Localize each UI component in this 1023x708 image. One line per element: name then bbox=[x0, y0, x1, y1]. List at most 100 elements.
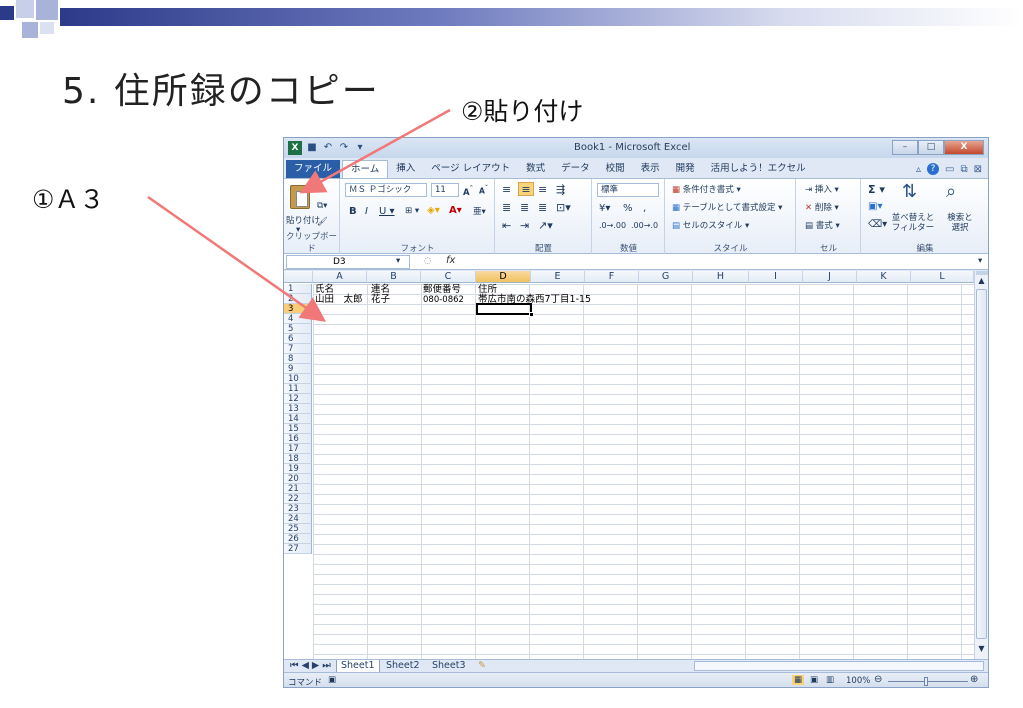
column-header[interactable]: G bbox=[639, 271, 693, 283]
row-header[interactable]: 20 bbox=[284, 474, 312, 484]
row-header[interactable]: 17 bbox=[284, 444, 312, 454]
tab-formulas[interactable]: 数式 bbox=[518, 160, 553, 178]
column-header-selected[interactable]: D bbox=[476, 271, 531, 283]
tab-developer[interactable]: 開発 bbox=[668, 160, 703, 178]
row-header[interactable]: 15 bbox=[284, 424, 312, 434]
vertical-scrollbar[interactable]: ▲ ▼ bbox=[974, 271, 988, 659]
select-all-corner[interactable] bbox=[284, 271, 313, 283]
row-header[interactable]: 23 bbox=[284, 504, 312, 514]
macro-record-icon[interactable]: ▣ bbox=[328, 675, 336, 685]
tab-page-layout[interactable]: ページ レイアウト bbox=[423, 160, 518, 178]
row-header[interactable]: 6 bbox=[284, 334, 312, 344]
row-header[interactable]: 19 bbox=[284, 464, 312, 474]
align-left-icon[interactable]: ≣ bbox=[502, 201, 511, 214]
zoom-in-icon[interactable]: ⊕ bbox=[970, 674, 978, 685]
column-header[interactable]: C bbox=[421, 271, 476, 283]
row-header[interactable]: 11 bbox=[284, 384, 312, 394]
border-icon[interactable]: ⊞ ▾ bbox=[405, 206, 419, 216]
column-header[interactable]: J bbox=[803, 271, 857, 283]
active-cell-D3[interactable] bbox=[476, 303, 532, 315]
row-header[interactable]: 5 bbox=[284, 324, 312, 334]
cell-C2[interactable]: 080-0862 bbox=[423, 295, 464, 305]
close-button[interactable]: X bbox=[944, 140, 984, 155]
fill-handle[interactable] bbox=[529, 312, 534, 317]
format-painter-icon[interactable]: 🖌 bbox=[317, 217, 328, 227]
percent-icon[interactable]: % bbox=[623, 203, 633, 214]
sort-filter-button[interactable]: 並べ替えと フィルター bbox=[890, 213, 936, 233]
italic-icon[interactable]: I bbox=[365, 206, 368, 217]
clear-icon[interactable]: ⌫▾ bbox=[868, 219, 887, 230]
ribbon-minimize-icon[interactable]: ▵ bbox=[916, 164, 921, 175]
customize-icon[interactable]: ▾ bbox=[354, 141, 366, 154]
font-color-icon[interactable]: A▾ bbox=[449, 205, 462, 216]
scroll-thumb[interactable] bbox=[976, 289, 987, 639]
fill-icon[interactable]: ▣▾ bbox=[868, 201, 882, 212]
row-header[interactable]: 24 bbox=[284, 514, 312, 524]
tab-view[interactable]: 表示 bbox=[633, 160, 668, 178]
name-box[interactable]: D3 bbox=[286, 255, 410, 269]
increase-indent-icon[interactable]: ⇥ bbox=[520, 219, 529, 232]
page-break-view-icon[interactable]: ▥ bbox=[826, 675, 834, 685]
scroll-down-icon[interactable]: ▼ bbox=[975, 643, 988, 655]
row-header[interactable]: 7 bbox=[284, 344, 312, 354]
column-header[interactable]: E bbox=[531, 271, 585, 283]
cell-A2[interactable]: 山田 太郎 bbox=[315, 295, 363, 305]
copy-icon[interactable]: ⧉▾ bbox=[317, 201, 327, 211]
currency-icon[interactable]: ¥▾ bbox=[599, 203, 610, 214]
increase-decimal-icon[interactable]: .0→.00 bbox=[599, 221, 626, 230]
save-icon[interactable]: ■ bbox=[306, 141, 318, 154]
zoom-slider-thumb[interactable] bbox=[924, 677, 928, 686]
find-select-icon[interactable]: ⌕ bbox=[946, 181, 956, 202]
restore-button[interactable]: □ bbox=[918, 140, 944, 155]
tab-insert[interactable]: 挿入 bbox=[388, 160, 423, 178]
sheet-tab[interactable]: Sheet2 bbox=[382, 660, 424, 672]
row-header[interactable]: 16 bbox=[284, 434, 312, 444]
format-cells-button[interactable]: ▤ 書式 ▾ bbox=[805, 219, 840, 231]
row-header[interactable]: 18 bbox=[284, 454, 312, 464]
tab-addin[interactable]: 活用しよう！エクセル bbox=[703, 160, 814, 178]
sheet-nav-icons[interactable]: ⏮ ◀ ▶ ⏭ bbox=[286, 660, 335, 672]
horizontal-scrollbar[interactable] bbox=[694, 661, 984, 671]
sheet-tab-active[interactable]: Sheet1 bbox=[336, 660, 380, 672]
column-header[interactable]: K bbox=[857, 271, 911, 283]
insert-cells-button[interactable]: ⇥ 挿入 ▾ bbox=[805, 183, 839, 195]
help-icon[interactable]: ? bbox=[927, 163, 940, 175]
find-select-button[interactable]: 検索と 選択 bbox=[942, 213, 978, 233]
row-header[interactable]: 10 bbox=[284, 374, 312, 384]
column-header[interactable]: L bbox=[911, 271, 974, 283]
wrap-text-icon[interactable]: ⇶ bbox=[556, 183, 565, 196]
column-header[interactable]: A bbox=[313, 271, 367, 283]
grow-font-icon[interactable]: Aˆ bbox=[463, 184, 473, 198]
minimize-button[interactable]: – bbox=[892, 140, 918, 155]
cut-icon[interactable]: ✂ bbox=[317, 185, 324, 195]
tab-file[interactable]: ファイル bbox=[286, 160, 341, 178]
name-box-dropdown-icon[interactable]: ▾ bbox=[396, 256, 400, 266]
row-header[interactable]: 1 bbox=[284, 284, 312, 294]
merge-icon[interactable]: ⊡▾ bbox=[556, 201, 571, 214]
undo-icon[interactable]: ↶ bbox=[322, 141, 334, 154]
page-layout-view-icon[interactable]: ▣ bbox=[810, 675, 818, 685]
row-header[interactable]: 4 bbox=[284, 314, 312, 324]
tab-data[interactable]: データ bbox=[553, 160, 598, 178]
column-header[interactable]: B bbox=[367, 271, 421, 283]
row-header[interactable]: 14 bbox=[284, 414, 312, 424]
decrease-indent-icon[interactable]: ⇤ bbox=[502, 219, 511, 232]
paste-icon[interactable] bbox=[290, 185, 310, 209]
bold-icon[interactable]: B bbox=[349, 206, 357, 217]
orientation-icon[interactable]: ↗▾ bbox=[538, 219, 553, 232]
font-size-combo[interactable]: 11 bbox=[431, 183, 459, 197]
delete-cells-button[interactable]: ✕ 削除 ▾ bbox=[805, 201, 839, 213]
tab-home[interactable]: ホーム bbox=[342, 160, 389, 178]
formula-input[interactable] bbox=[464, 256, 964, 268]
cell-styles-button[interactable]: ▤ セルのスタイル ▾ bbox=[672, 219, 749, 231]
row-header[interactable]: 13 bbox=[284, 404, 312, 414]
row-header[interactable]: 27 bbox=[284, 544, 312, 554]
autosum-icon[interactable]: Σ ▾ bbox=[868, 183, 885, 196]
decrease-decimal-icon[interactable]: .00→.0 bbox=[631, 221, 658, 230]
row-header[interactable]: 26 bbox=[284, 534, 312, 544]
row-header[interactable]: 22 bbox=[284, 494, 312, 504]
fill-color-icon[interactable]: ◈▾ bbox=[427, 205, 440, 216]
doc-close-icon[interactable]: ⊠ bbox=[974, 164, 982, 175]
redo-icon[interactable]: ↷ bbox=[338, 141, 350, 154]
doc-minimize-icon[interactable]: ▭ bbox=[945, 164, 954, 175]
